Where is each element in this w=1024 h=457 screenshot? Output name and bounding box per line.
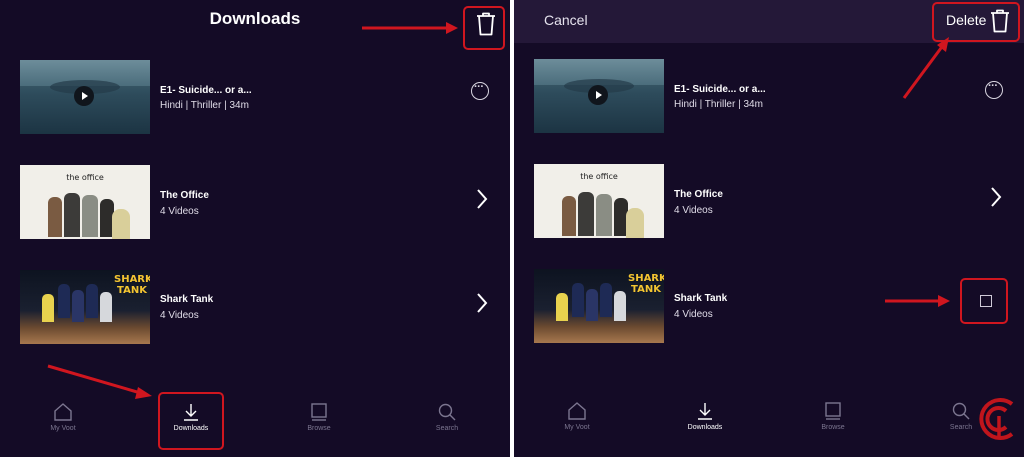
more-options-icon[interactable] [985, 80, 1003, 99]
nav-my-voot[interactable]: My Voot [542, 401, 612, 431]
nav-browse[interactable]: Browse [798, 401, 868, 431]
search-icon [438, 403, 456, 421]
highlight-box [158, 392, 224, 450]
item-meta: Hindi | Thriller | 34m [674, 99, 763, 110]
item-meta: 4 Videos [674, 205, 713, 216]
item-title[interactable]: E1- Suicide... or a... [674, 84, 766, 95]
nav-label: Downloads [687, 424, 723, 431]
download-icon [698, 403, 712, 420]
item-meta: 4 Videos [160, 310, 199, 321]
browse-icon [311, 403, 327, 421]
downloads-edit-screen: Cancel Delete E1- Suicide... or a... Hin… [514, 0, 1024, 457]
item-title[interactable]: The Office [160, 190, 209, 201]
nav-downloads[interactable]: Downloads [670, 401, 740, 431]
episode-thumbnail[interactable] [534, 59, 664, 133]
highlight-box [960, 278, 1008, 324]
more-options-icon[interactable] [471, 81, 489, 100]
nav-label: My Voot [564, 424, 590, 431]
show-thumbnail[interactable]: the office [534, 164, 664, 238]
home-icon [54, 403, 72, 421]
nav-search[interactable]: Search [412, 402, 482, 432]
show-thumbnail[interactable]: SHARK TANK [20, 270, 150, 344]
cancel-button[interactable]: Cancel [544, 12, 588, 28]
play-icon[interactable] [74, 86, 94, 106]
chevron-right-icon[interactable] [475, 292, 489, 314]
thumbnail-text: the office [66, 173, 104, 182]
item-title[interactable]: Shark Tank [160, 294, 213, 305]
downloads-screen: Downloads E1- Suicide... or a... Hindi |… [0, 0, 510, 457]
show-thumbnail[interactable]: the office [20, 165, 150, 239]
chevron-right-icon[interactable] [989, 186, 1003, 208]
item-meta: 4 Videos [674, 309, 713, 320]
nav-browse[interactable]: Browse [284, 402, 354, 432]
highlight-box [932, 2, 1020, 42]
nav-label: My Voot [50, 425, 76, 432]
watermark-logo [979, 398, 1014, 440]
thumbnail-text: SHARK TANK [628, 273, 664, 295]
page-title: Downloads [209, 9, 301, 28]
highlight-box [463, 6, 505, 50]
item-title[interactable]: The Office [674, 189, 723, 200]
episode-thumbnail[interactable] [20, 60, 150, 134]
item-meta: 4 Videos [160, 206, 199, 217]
show-thumbnail[interactable]: SHARK TANK [534, 269, 664, 343]
item-title[interactable]: Shark Tank [674, 293, 727, 304]
nav-label: Browse [821, 424, 845, 431]
nav-label: Search [435, 425, 459, 432]
item-title[interactable]: E1- Suicide... or a... [160, 85, 252, 96]
home-icon [568, 402, 586, 420]
nav-my-voot[interactable]: My Voot [28, 402, 98, 432]
thumbnail-text: the office [580, 172, 618, 181]
item-meta: Hindi | Thriller | 34m [160, 100, 249, 111]
search-icon [952, 402, 970, 420]
thumbnail-text: SHARK TANK [114, 274, 150, 296]
browse-icon [825, 402, 841, 420]
play-icon[interactable] [588, 85, 608, 105]
nav-label: Browse [307, 425, 331, 432]
chevron-right-icon[interactable] [475, 188, 489, 210]
